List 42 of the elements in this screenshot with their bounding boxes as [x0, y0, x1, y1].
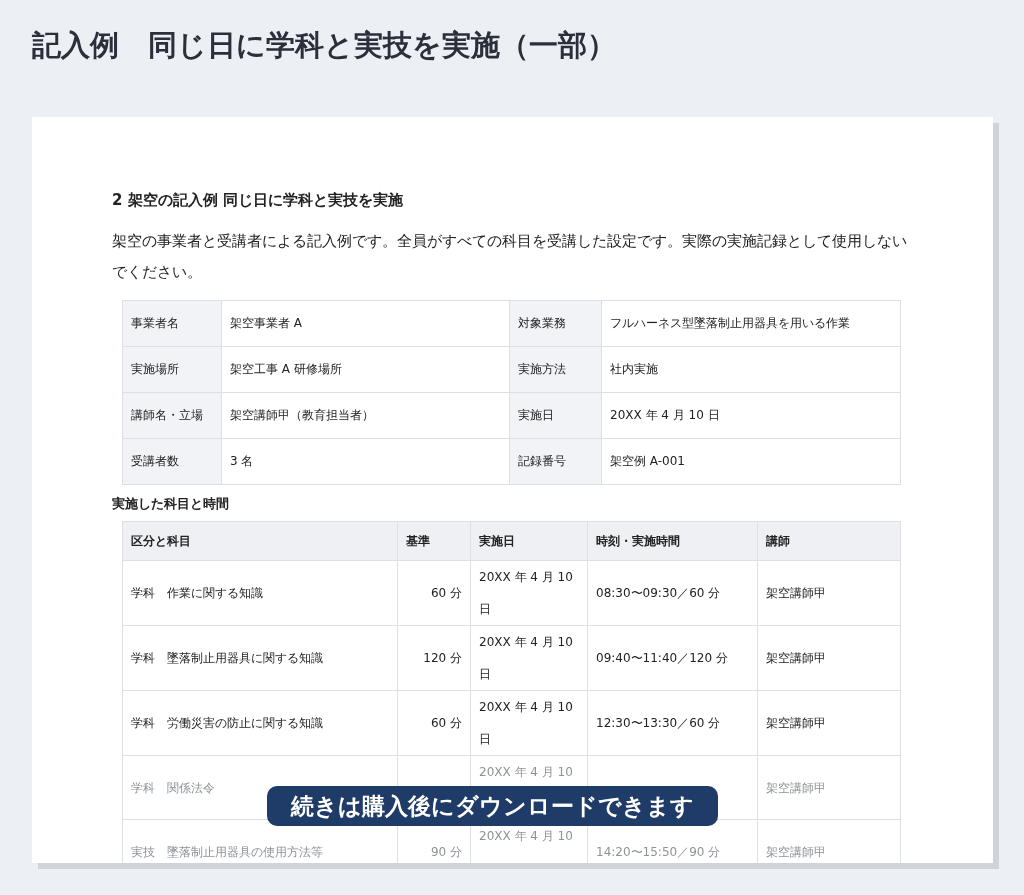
field-label: 記録番号 — [509, 438, 602, 485]
field-value: 架空事業者 A — [221, 300, 510, 347]
table-cell: 20XX 年 4 月 10 日 — [470, 690, 588, 756]
table-cell: 学科 作業に関する知識 — [122, 560, 398, 626]
column-header: 実施日 — [470, 521, 588, 561]
download-notice: 続きは購入後にダウンロードできます — [267, 786, 718, 826]
section-heading: 2 架空の記入例 同じ日に学科と実技を実施 — [112, 191, 404, 210]
table-cell: 60 分 — [397, 690, 471, 756]
column-header: 時刻・実施時間 — [587, 521, 758, 561]
field-value: 架空工事 A 研修場所 — [221, 346, 510, 393]
table-cell: 60 分 — [397, 560, 471, 626]
table-cell: 20XX 年 4 月 10 日 — [470, 560, 588, 626]
field-label: 受講者数 — [122, 438, 222, 485]
table-cell: 学科 墜落制止用器具に関する知識 — [122, 625, 398, 691]
field-value: 20XX 年 4 月 10 日 — [601, 392, 901, 439]
field-value: 社内実施 — [601, 346, 901, 393]
column-header: 区分と科目 — [122, 521, 398, 561]
field-label: 対象業務 — [509, 300, 602, 347]
field-label: 事業者名 — [122, 300, 222, 347]
field-value: 架空例 A-001 — [601, 438, 901, 485]
field-label: 実施日 — [509, 392, 602, 439]
table-cell: 学科 労働災害の防止に関する知識 — [122, 690, 398, 756]
table-cell: 架空講師甲 — [757, 625, 901, 691]
field-label: 実施場所 — [122, 346, 222, 393]
table-cell: 120 分 — [397, 625, 471, 691]
field-value: フルハーネス型墜落制止用器具を用いる作業 — [601, 300, 901, 347]
table-cell: 架空講師甲 — [757, 690, 901, 756]
column-header: 講師 — [757, 521, 901, 561]
field-label: 実施方法 — [509, 346, 602, 393]
table-cell: 20XX 年 4 月 10 日 — [470, 625, 588, 691]
field-value: 3 名 — [221, 438, 510, 485]
page-title: 記入例 同じ日に学科と実技を実施（一部） — [32, 27, 617, 64]
description-text: 架空の事業者と受講者による記入例です。全員がすべての科目を受講した設定です。実際の実施記録として使用しないでください。 — [112, 232, 908, 282]
field-value: 架空講師甲（教育担当者） — [221, 392, 510, 439]
schedule-heading: 実施した科目と時間 — [112, 495, 230, 513]
table-cell: 架空講師甲 — [757, 560, 901, 626]
column-header: 基準 — [397, 521, 471, 561]
field-label: 講師名・立場 — [122, 392, 222, 439]
table-cell: 09:40〜11:40／120 分 — [587, 625, 758, 691]
table-cell: 08:30〜09:30／60 分 — [587, 560, 758, 626]
table-cell: 12:30〜13:30／60 分 — [587, 690, 758, 756]
table-cell: 架空講師甲 — [757, 755, 901, 820]
